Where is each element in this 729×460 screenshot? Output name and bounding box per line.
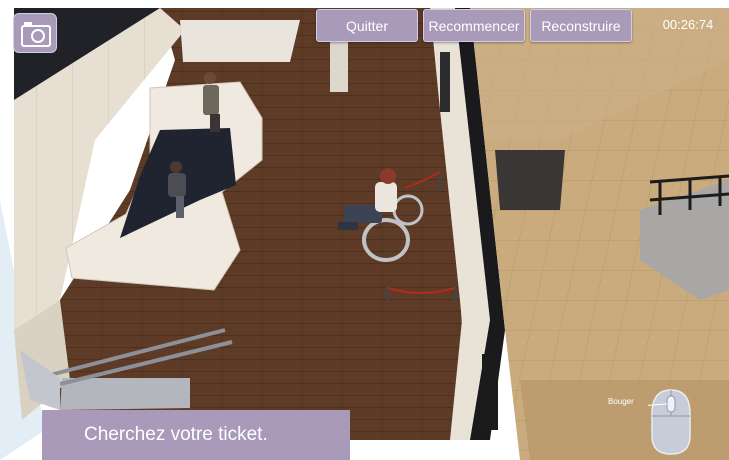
- instruction-text: Cherchez votre ticket.: [84, 424, 268, 445]
- outdoor-steps: [520, 380, 729, 460]
- scene-3d-view: [0, 0, 729, 460]
- quit-button[interactable]: Quitter: [316, 9, 418, 42]
- wall-poster-bottom: [482, 354, 498, 430]
- move-hint-label: Bouger: [608, 397, 634, 406]
- game-viewport: Quitter Recommencer Reconstruire 00:26:7…: [0, 0, 729, 460]
- doorway: [495, 150, 565, 210]
- camera-button[interactable]: [13, 13, 57, 53]
- pillar: [330, 40, 348, 92]
- elapsed-timer: 00:26:74: [662, 17, 714, 32]
- rebuild-button[interactable]: Reconstruire: [530, 9, 632, 42]
- wall-poster-top: [440, 52, 450, 112]
- instruction-message: Cherchez votre ticket.: [42, 410, 350, 460]
- back-bench: [180, 20, 300, 62]
- restart-button[interactable]: Recommencer: [423, 9, 525, 42]
- mouse-icon: [648, 389, 691, 455]
- camera-icon: [21, 22, 51, 47]
